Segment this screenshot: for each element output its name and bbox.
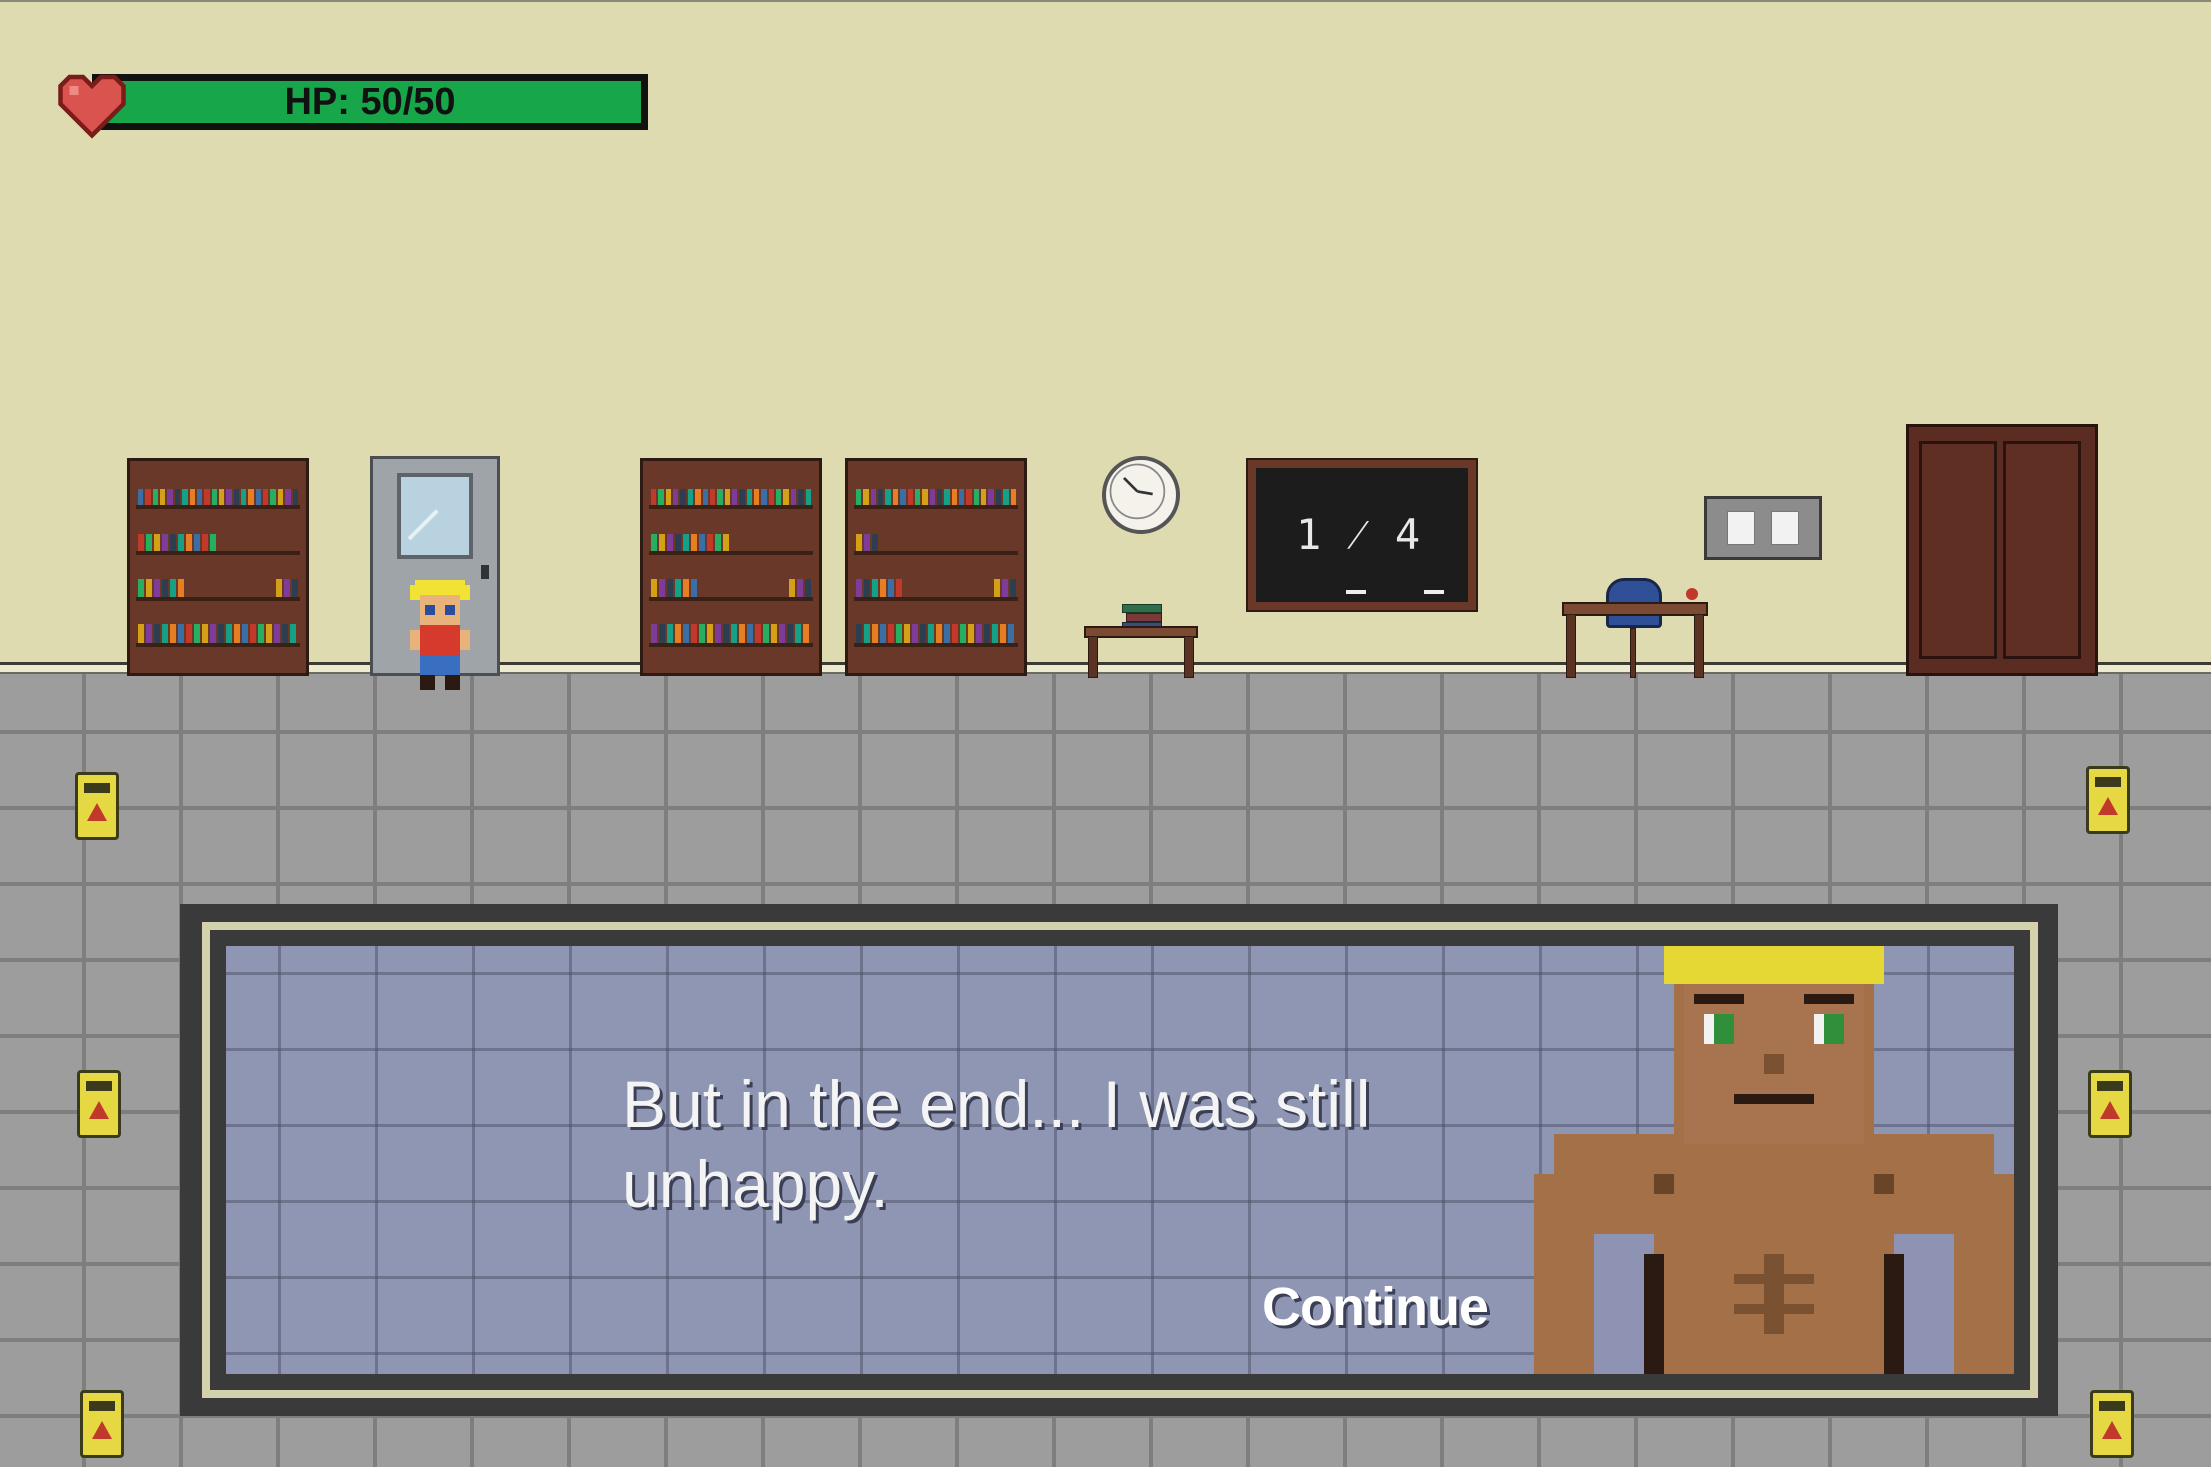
door-handle: [481, 565, 489, 579]
game-scene: HP: 50/50 1 ⁄ 4 But in the end... I was …: [0, 0, 2211, 1467]
teacher-desk: [1562, 602, 1708, 616]
book-row: [651, 621, 811, 643]
bookshelf: [845, 458, 1027, 676]
bookshelf: [640, 458, 822, 676]
health-text: HP: 50/50: [284, 81, 456, 123]
book-row: [138, 575, 298, 597]
continue-button[interactable]: Continue: [1262, 1276, 1489, 1338]
player-character: [410, 580, 470, 690]
book-row: [651, 483, 811, 505]
chalk: [1424, 590, 1444, 594]
dialogue-text: But in the end... I was still unhappy.: [622, 1067, 1371, 1221]
book-row: [856, 621, 1016, 643]
dialogue-box: But in the end... I was still unhappy. C…: [180, 904, 2058, 1416]
wet-floor-sign-icon: [75, 772, 119, 840]
book-row: [138, 483, 298, 505]
chalkboard-text: 1 ⁄ 4: [1296, 510, 1425, 559]
stacked-books: [1122, 604, 1162, 630]
wooden-cabinet[interactable]: [1906, 424, 2098, 676]
heart-icon: [58, 74, 126, 139]
book-row: [651, 575, 811, 597]
book-row: [138, 529, 298, 551]
wet-floor-sign-icon: [80, 1390, 124, 1458]
dialogue-panel: But in the end... I was still unhappy. C…: [218, 938, 2022, 1382]
bookshelf: [127, 458, 309, 676]
book-row: [138, 621, 298, 643]
apple-icon: [1686, 588, 1698, 600]
health-bar: HP: 50/50: [92, 74, 648, 130]
door-window: [397, 473, 473, 559]
character-portrait: [1534, 946, 2014, 1374]
wet-floor-sign-icon: [77, 1070, 121, 1138]
chalk: [1346, 590, 1366, 594]
wet-floor-sign-icon: [2086, 766, 2130, 834]
wet-floor-sign-icon: [2088, 1070, 2132, 1138]
chalkboard: 1 ⁄ 4: [1246, 458, 1478, 612]
book-row: [856, 575, 1016, 597]
wall-clock-icon: [1102, 456, 1180, 534]
book-row: [651, 529, 811, 551]
book-row: [856, 483, 1016, 505]
side-table: [1084, 626, 1198, 638]
book-row: [856, 529, 1016, 551]
bulletin-board: [1704, 496, 1822, 560]
health-bar-fill: HP: 50/50: [99, 81, 641, 123]
pinned-note: [1771, 511, 1799, 545]
pinned-note: [1727, 511, 1755, 545]
baseboard: [0, 662, 2211, 674]
wet-floor-sign-icon: [2090, 1390, 2134, 1458]
